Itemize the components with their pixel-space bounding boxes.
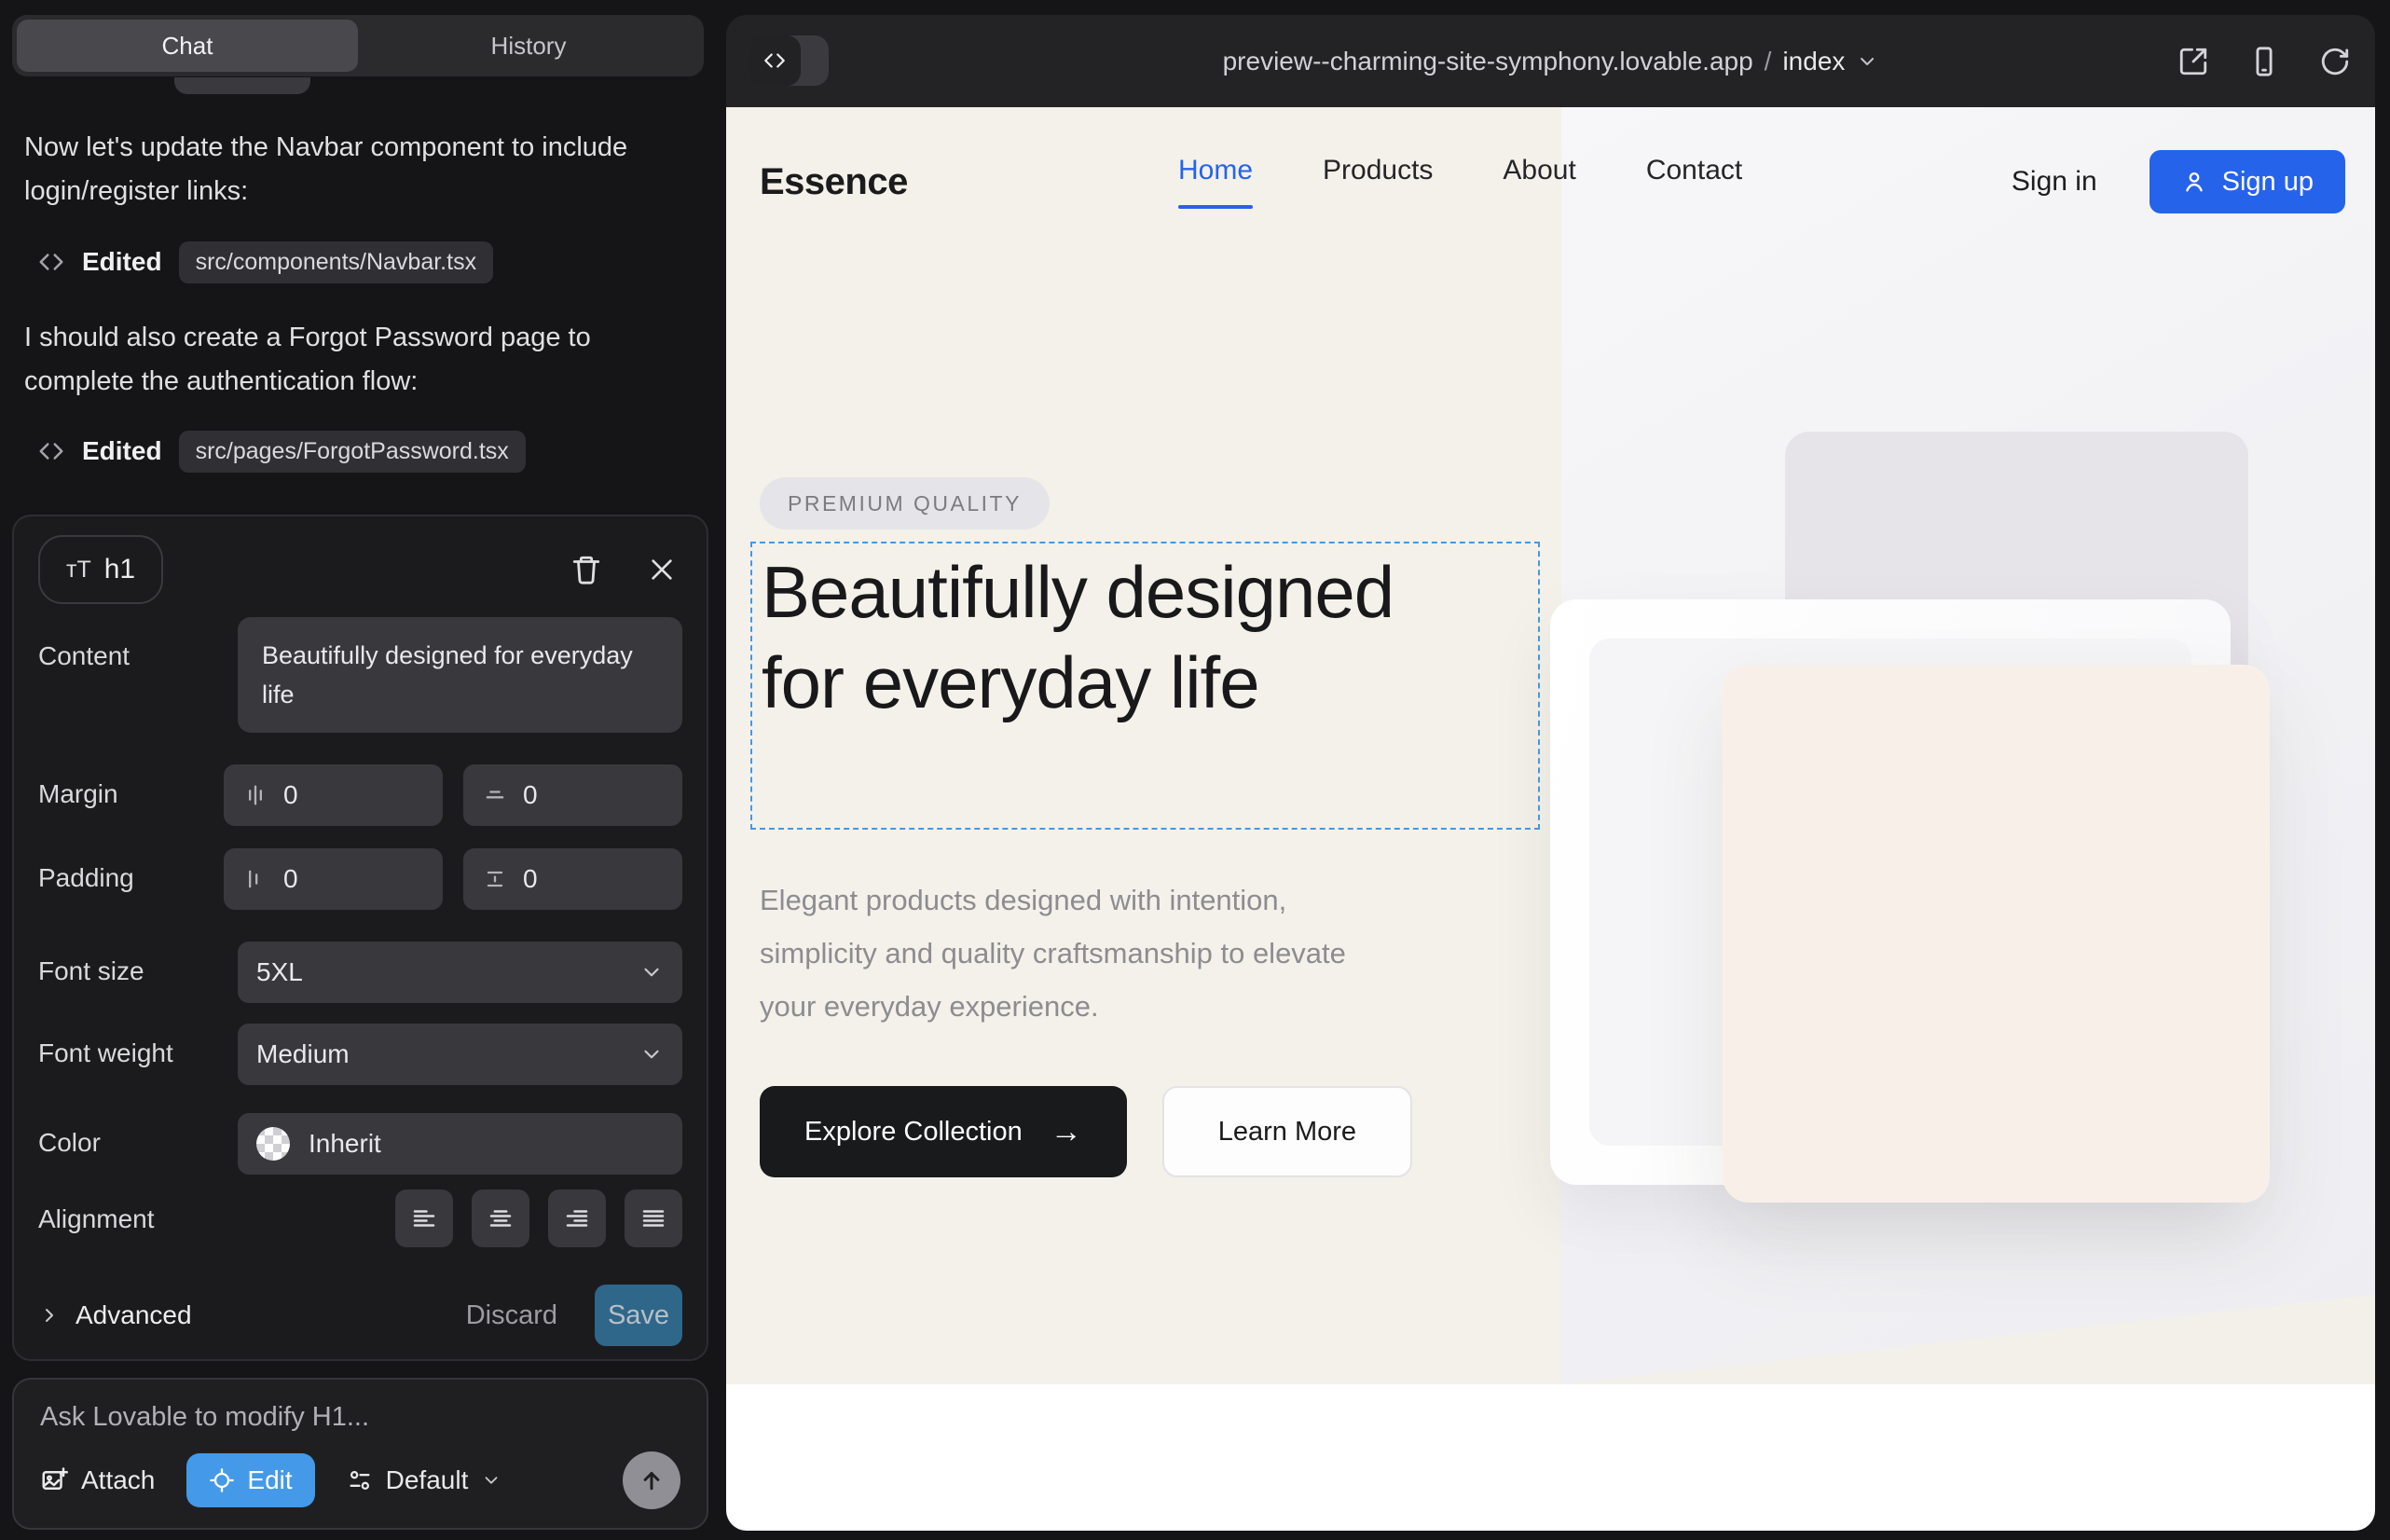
margin-horizontal-input[interactable]: 0 xyxy=(224,764,443,826)
image-plus-icon xyxy=(40,1466,68,1494)
discard-button[interactable]: Discard xyxy=(466,1300,557,1331)
font-size-label: Font size xyxy=(38,942,238,1003)
element-tag-pill[interactable]: тT h1 xyxy=(38,535,163,604)
align-right-button[interactable] xyxy=(548,1189,606,1247)
target-icon xyxy=(209,1467,235,1493)
mode-select[interactable]: Default xyxy=(347,1465,502,1495)
font-weight-select[interactable]: Medium xyxy=(238,1024,682,1085)
selected-h1-element[interactable]: Beautifully designed for everyday life xyxy=(750,542,1540,830)
chat-message: I should also create a Forgot Password p… xyxy=(24,316,639,404)
hero-heading: Beautifully designed for everyday life xyxy=(762,547,1489,728)
chevron-down-icon xyxy=(639,960,664,984)
tab-chat[interactable]: Chat xyxy=(17,20,358,72)
sign-up-button[interactable]: Sign up xyxy=(2150,150,2345,213)
edited-file-row[interactable]: Edited src/components/Navbar.tsx xyxy=(37,241,493,283)
edited-label: Edited xyxy=(82,436,162,466)
lovable-builder-window: Chat History Now let's update the Navbar… xyxy=(0,0,2390,1540)
color-swatch xyxy=(256,1127,290,1161)
save-button[interactable]: Save xyxy=(595,1285,682,1346)
nav-link-home[interactable]: Home xyxy=(1178,155,1253,209)
tab-history[interactable]: History xyxy=(358,20,699,72)
code-icon xyxy=(37,248,65,276)
edited-file-row[interactable]: Edited src/pages/ForgotPassword.tsx xyxy=(37,430,526,473)
chevron-down-icon xyxy=(1856,50,1878,73)
nav-link-about[interactable]: About xyxy=(1503,155,1575,209)
arrow-right-icon: → xyxy=(1051,1114,1082,1150)
padding-horizontal-icon xyxy=(242,866,268,892)
type-icon: тT xyxy=(66,557,91,584)
premium-quality-badge: PREMIUM QUALITY xyxy=(760,477,1050,529)
active-underline xyxy=(1178,205,1253,209)
attach-button[interactable]: Attach xyxy=(40,1465,155,1495)
editor-header: тT h1 xyxy=(38,535,682,604)
chat-composer[interactable]: Ask Lovable to modify H1... Attach Edit … xyxy=(12,1378,708,1530)
url-host: preview--charming-site-symphony.lovable.… xyxy=(1223,47,1753,76)
url-separator: / xyxy=(1765,47,1772,76)
nav-link-contact[interactable]: Contact xyxy=(1646,155,1742,209)
edited-label: Edited xyxy=(82,247,162,277)
hero-card-beige xyxy=(1723,665,2270,1203)
composer-input[interactable]: Ask Lovable to modify H1... xyxy=(40,1402,680,1433)
open-external-icon[interactable] xyxy=(2177,46,2209,77)
trash-icon[interactable] xyxy=(570,554,602,585)
hero-description: Elegant products designed with intention… xyxy=(760,873,1394,1033)
align-justify-button[interactable] xyxy=(625,1189,682,1247)
color-select[interactable]: Inherit xyxy=(238,1113,682,1175)
refresh-icon[interactable] xyxy=(2319,46,2351,77)
advanced-toggle[interactable]: Advanced xyxy=(38,1300,192,1330)
code-preview-toggle[interactable] xyxy=(749,35,829,86)
color-label: Color xyxy=(38,1113,238,1175)
close-icon[interactable] xyxy=(647,555,677,584)
learn-more-button[interactable]: Learn More xyxy=(1162,1086,1412,1177)
element-tag-name: h1 xyxy=(104,554,135,585)
code-toggle-icon[interactable] xyxy=(749,35,801,86)
truncated-file-chip[interactable] xyxy=(174,77,310,94)
url-bar[interactable]: preview--charming-site-symphony.lovable.… xyxy=(1223,15,1879,107)
padding-horizontal-input[interactable]: 0 xyxy=(224,848,443,910)
explore-collection-button[interactable]: Explore Collection → xyxy=(760,1086,1127,1177)
margin-horizontal-icon xyxy=(242,782,268,808)
padding-vertical-icon xyxy=(482,866,508,892)
padding-label: Padding xyxy=(38,848,224,910)
alignment-label: Alignment xyxy=(38,1189,238,1247)
content-label: Content xyxy=(38,617,238,733)
chevron-down-icon xyxy=(481,1470,501,1491)
file-chip[interactable]: src/components/Navbar.tsx xyxy=(179,241,494,283)
preview-viewport: Essence Home Products About Contact xyxy=(726,107,2375,1531)
margin-label: Margin xyxy=(38,764,224,826)
chat-history-tabbar: Chat History xyxy=(12,15,704,76)
url-page-selector[interactable]: index xyxy=(1782,47,1845,76)
padding-vertical-input[interactable]: 0 xyxy=(463,848,682,910)
mobile-view-icon[interactable] xyxy=(2248,46,2280,77)
nav-link-products[interactable]: Products xyxy=(1323,155,1433,209)
align-left-button[interactable] xyxy=(395,1189,453,1247)
sliders-icon xyxy=(347,1467,373,1493)
site-navbar: Essence Home Products About Contact xyxy=(726,126,2375,238)
chevron-right-icon xyxy=(38,1304,61,1327)
chevron-down-icon xyxy=(639,1042,664,1066)
edit-mode-button[interactable]: Edit xyxy=(186,1453,314,1507)
preview-browser-frame: preview--charming-site-symphony.lovable.… xyxy=(726,15,2375,1531)
site-brand[interactable]: Essence xyxy=(760,161,908,203)
send-button[interactable] xyxy=(623,1451,680,1509)
preview-topbar: preview--charming-site-symphony.lovable.… xyxy=(726,15,2375,107)
chat-message: Now let's update the Navbar component to… xyxy=(24,126,639,213)
file-chip[interactable]: src/pages/ForgotPassword.tsx xyxy=(179,431,526,473)
margin-vertical-icon xyxy=(482,782,508,808)
sign-in-link[interactable]: Sign in xyxy=(2012,166,2097,198)
content-input[interactable]: Beautifully designed for everyday life xyxy=(238,617,682,733)
font-weight-label: Font weight xyxy=(38,1024,238,1085)
code-icon xyxy=(37,437,65,465)
margin-vertical-input[interactable]: 0 xyxy=(463,764,682,826)
element-editor-panel: тT h1 Content Beautifully designed for e… xyxy=(12,515,708,1361)
font-size-select[interactable]: 5XL xyxy=(238,942,682,1003)
align-center-button[interactable] xyxy=(472,1189,529,1247)
user-icon xyxy=(2181,169,2207,195)
